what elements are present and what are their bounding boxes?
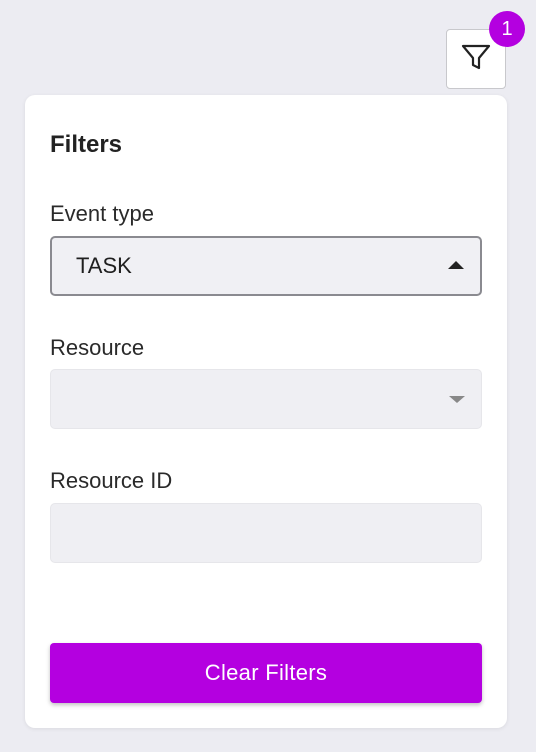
resource-id-label: Resource ID — [50, 468, 173, 493]
clear-filters-button[interactable]: Clear Filters — [50, 643, 482, 703]
event-type-value: TASK — [76, 253, 132, 278]
caret-down-icon — [449, 396, 465, 403]
resource-select[interactable] — [50, 369, 482, 429]
caret-up-icon — [448, 261, 464, 269]
event-type-select[interactable]: TASK — [50, 236, 482, 296]
panel-title: Filters — [50, 131, 123, 158]
resource-label: Resource — [50, 335, 145, 360]
event-type-label: Event type — [50, 201, 154, 226]
filters-panel: Filters Event type TASK Resource Resourc… — [25, 95, 507, 728]
resource-id-input[interactable] — [50, 503, 482, 563]
filter-count-badge: 1 — [489, 11, 525, 47]
filter-funnel-icon — [460, 41, 492, 78]
